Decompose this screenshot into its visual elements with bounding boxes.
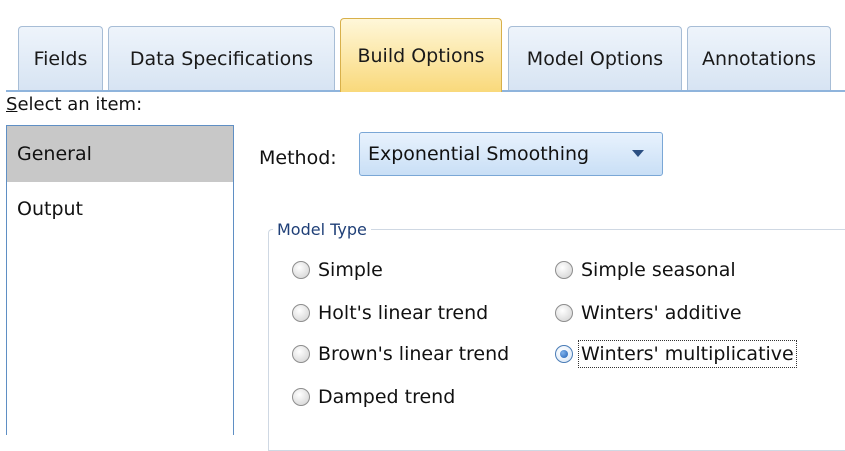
radio-winters-additive[interactable]: Winters' additive [555, 302, 742, 324]
radio-icon [555, 261, 573, 279]
tab-model-options[interactable]: Model Options [508, 26, 682, 90]
method-dropdown-value: Exponential Smoothing [368, 143, 590, 165]
radio-label: Simple [318, 259, 383, 281]
radio-label: Damped trend [318, 386, 456, 408]
radio-holts-linear-trend[interactable]: Holt's linear trend [292, 302, 488, 324]
tab-bar: Fields Data Specifications Build Options… [0, 0, 845, 92]
tab-build-options[interactable]: Build Options [340, 18, 502, 92]
radio-icon [292, 388, 310, 406]
radio-label: Brown's linear trend [318, 343, 510, 365]
radio-label: Winters' multiplicative [578, 340, 797, 368]
radio-icon [292, 304, 310, 322]
method-dropdown[interactable]: Exponential Smoothing [359, 132, 663, 176]
radio-icon [555, 304, 573, 322]
radio-simple[interactable]: Simple [292, 259, 383, 281]
tab-annotations[interactable]: Annotations [687, 26, 831, 90]
radio-browns-linear-trend[interactable]: Brown's linear trend [292, 343, 509, 365]
radio-selected-icon [555, 345, 573, 363]
tab-fields[interactable]: Fields [18, 26, 103, 90]
select-item-text: elect an item: [17, 94, 143, 115]
radio-icon [292, 345, 310, 363]
radio-simple-seasonal[interactable]: Simple seasonal [555, 259, 736, 281]
model-type-title: Model Type [273, 220, 371, 239]
select-item-mnemonic: S [6, 94, 18, 115]
item-list: General Output [6, 125, 234, 435]
list-item-output[interactable]: Output [7, 182, 233, 238]
method-label: Method: [259, 147, 337, 169]
radio-damped-trend[interactable]: Damped trend [292, 386, 455, 408]
list-item-general[interactable]: General [7, 126, 233, 182]
tab-data-specifications[interactable]: Data Specifications [108, 26, 335, 90]
select-item-label: Select an item: [6, 94, 142, 115]
radio-label: Holt's linear trend [318, 302, 489, 324]
radio-label: Simple seasonal [581, 259, 736, 281]
radio-icon [292, 261, 310, 279]
radio-winters-multiplicative[interactable]: Winters' multiplicative [555, 340, 797, 368]
radio-label: Winters' additive [581, 302, 742, 324]
chevron-down-icon [632, 150, 644, 157]
